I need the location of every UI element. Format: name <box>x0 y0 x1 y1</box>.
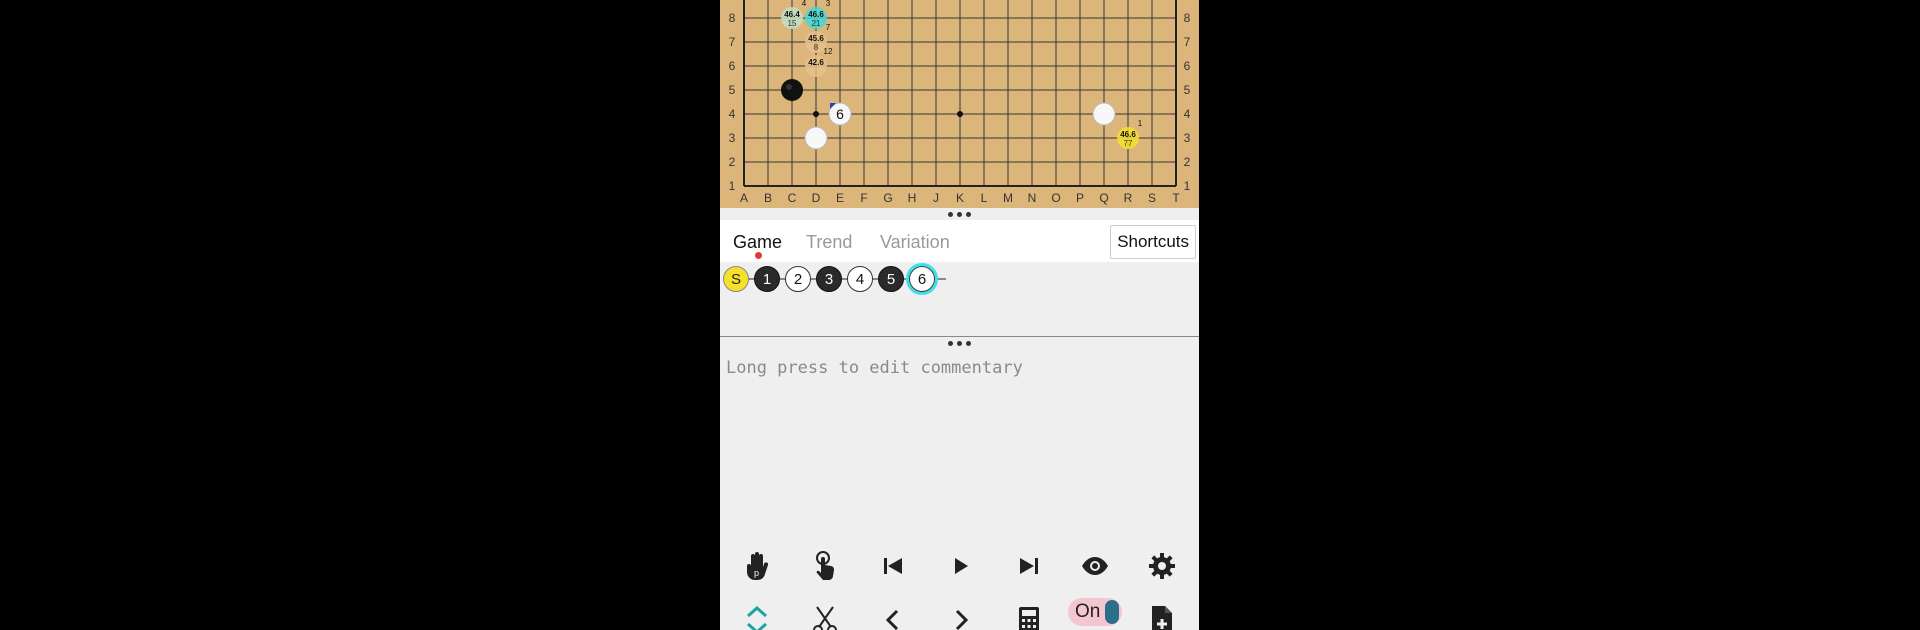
star-point <box>813 111 819 117</box>
row-label-right: 5 <box>1184 83 1191 97</box>
shortcuts-button[interactable]: Shortcuts <box>1110 225 1196 259</box>
tab-variation[interactable]: Variation <box>880 232 950 253</box>
row-label-right: 3 <box>1184 131 1191 145</box>
chevron-right-icon[interactable] <box>941 600 981 630</box>
phone-screen: A B C D E F G H J K L M N O P Q R S T 8 8 7 7 6 6 5 5 4 4 3 3 2 2 1 1 46.4 1… <box>720 0 1199 630</box>
column-label: A <box>740 191 748 205</box>
row-label-left: 1 <box>729 179 736 193</box>
edit-toolbar: On <box>720 592 1199 630</box>
row-label-right: 1 <box>1184 179 1191 193</box>
move-tree[interactable]: S 1 2 3 4 5 6 <box>720 262 1199 337</box>
analysis-toggle[interactable]: On <box>1068 598 1122 626</box>
row-label-left: 2 <box>729 155 736 169</box>
column-label: L <box>981 191 988 205</box>
candidate-order: 4 <box>802 0 807 8</box>
candidate-winrate: 46.6 <box>1120 130 1136 139</box>
skip-last-icon[interactable] <box>1009 546 1049 586</box>
candidate-winrate: 46.6 <box>808 10 824 19</box>
candidate-visits: 8 <box>814 43 819 52</box>
tab-trend[interactable]: Trend <box>806 232 852 253</box>
column-label: C <box>788 191 797 205</box>
candidate-order: 12 <box>824 47 833 56</box>
move-node-6-current[interactable]: 6 <box>906 263 938 295</box>
candidate-order: 7 <box>826 23 831 32</box>
row-label-left: 5 <box>729 83 736 97</box>
toggle-knob <box>1105 600 1119 624</box>
candidate-order: 3 <box>826 0 831 8</box>
column-label: F <box>860 191 867 205</box>
white-stone <box>1092 102 1116 126</box>
black-stone <box>781 79 803 101</box>
column-label: S <box>1148 191 1156 205</box>
move-node-4[interactable]: 4 <box>847 266 873 292</box>
collapse-expand-icon[interactable] <box>737 600 777 630</box>
column-label: M <box>1003 191 1013 205</box>
move-node-1[interactable]: 1 <box>754 266 780 292</box>
row-label-right: 4 <box>1184 107 1191 121</box>
hand-p-icon[interactable]: p <box>737 546 777 586</box>
board-canvas[interactable]: A B C D E F G H J K L M N O P Q R S T8 87 76 65 54 43 32 21 146.41… <box>720 0 1199 208</box>
row-label-left: 3 <box>729 131 736 145</box>
column-label: N <box>1028 191 1037 205</box>
candidate-winrate: 45.6 <box>808 34 824 43</box>
commentary-area[interactable]: Long press to edit commentary <box>720 350 1199 540</box>
commentary-placeholder: Long press to edit commentary <box>726 358 1023 378</box>
stone-shine <box>786 84 792 90</box>
move-node-2[interactable]: 2 <box>785 266 811 292</box>
file-add-icon[interactable] <box>1142 600 1182 630</box>
row-label-left: 6 <box>729 59 736 73</box>
tab-game[interactable]: Game <box>733 232 782 253</box>
svg-text:p: p <box>754 568 759 578</box>
column-label: P <box>1076 191 1084 205</box>
toggle-label: On <box>1075 601 1101 622</box>
row-label-left: 8 <box>729 11 736 25</box>
board-resize-handle[interactable] <box>720 208 1199 220</box>
skip-first-icon[interactable] <box>873 546 913 586</box>
column-label: T <box>1172 191 1180 205</box>
candidate-visits: 77 <box>1124 139 1133 148</box>
move-node-3[interactable]: 3 <box>816 266 842 292</box>
navigation-toolbar: p <box>720 538 1199 592</box>
row-label-right: 7 <box>1184 35 1191 49</box>
row-label-left: 7 <box>729 35 736 49</box>
column-label: J <box>933 191 939 205</box>
column-label: O <box>1051 191 1060 205</box>
candidate-winrate: 46.4 <box>784 10 800 19</box>
play-icon[interactable] <box>941 546 981 586</box>
calculator-icon[interactable] <box>1009 600 1049 630</box>
column-label: K <box>956 191 964 205</box>
column-label: G <box>883 191 892 205</box>
candidate-visits: 15 <box>788 19 797 28</box>
stone-move-number: 6 <box>836 106 844 122</box>
move-node-5[interactable]: 5 <box>878 266 904 292</box>
column-label: D <box>812 191 821 205</box>
scissors-icon[interactable] <box>805 600 845 630</box>
eye-icon[interactable] <box>1075 546 1115 586</box>
column-label: H <box>908 191 917 205</box>
column-label: R <box>1124 191 1133 205</box>
row-label-right: 6 <box>1184 59 1191 73</box>
row-label-left: 4 <box>729 107 736 121</box>
chevron-left-icon[interactable] <box>873 600 913 630</box>
star-point <box>957 111 963 117</box>
candidate-winrate: 42.6 <box>808 58 824 67</box>
move-node-start[interactable]: S <box>723 266 749 292</box>
go-board[interactable]: A B C D E F G H J K L M N O P Q R S T 8 8 7 7 6 6 5 5 4 4 3 3 2 2 1 1 46.4 1… <box>720 0 1199 208</box>
panel-tabs: Game Trend Variation Shortcuts <box>720 220 1199 263</box>
touch-hand-icon[interactable] <box>805 546 845 586</box>
candidate-visits: 21 <box>812 19 821 28</box>
gear-icon[interactable] <box>1142 546 1182 586</box>
white-stone <box>804 126 828 150</box>
tree-resize-handle[interactable] <box>720 337 1199 349</box>
column-label: Q <box>1099 191 1108 205</box>
tab-game-indicator <box>755 252 762 259</box>
row-label-right: 2 <box>1184 155 1191 169</box>
column-label: B <box>764 191 772 205</box>
candidate-order: 1 <box>1138 119 1143 128</box>
column-label: E <box>836 191 844 205</box>
row-label-right: 8 <box>1184 11 1191 25</box>
